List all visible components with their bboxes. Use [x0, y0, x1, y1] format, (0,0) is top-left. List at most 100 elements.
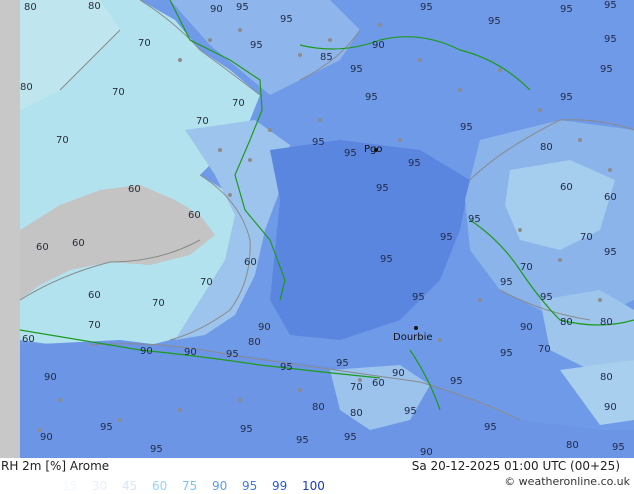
map-panel: 80 80 70 80 70 70 70 70 60 60 60 60 60 7… [0, 0, 634, 458]
svg-text:80: 80 [312, 402, 325, 413]
svg-text:60: 60 [88, 290, 101, 301]
svg-text:95: 95 [344, 432, 357, 443]
svg-text:95: 95 [312, 137, 325, 148]
svg-text:95: 95 [250, 40, 263, 51]
svg-text:80: 80 [20, 82, 33, 93]
legend-item: 90 [212, 479, 228, 493]
svg-text:95: 95 [450, 376, 463, 387]
svg-text:90: 90 [520, 322, 533, 333]
svg-text:95: 95 [236, 2, 249, 13]
svg-text:60: 60 [244, 257, 257, 268]
svg-text:90: 90 [40, 432, 53, 443]
legend-item: 60 [152, 479, 168, 493]
svg-text:70: 70 [88, 320, 101, 331]
city-dot [414, 326, 418, 330]
legend-item: 30 [92, 479, 108, 493]
svg-text:80: 80 [600, 317, 613, 328]
svg-text:70: 70 [232, 98, 245, 109]
svg-text:80: 80 [540, 142, 553, 153]
svg-text:80: 80 [88, 1, 101, 12]
svg-text:90: 90 [420, 447, 433, 458]
svg-text:95: 95 [380, 254, 393, 265]
svg-text:70: 70 [520, 262, 533, 273]
credit-link[interactable]: © weatheronline.co.uk [504, 475, 630, 488]
svg-text:90: 90 [372, 40, 385, 51]
no-data-strip [0, 0, 20, 458]
svg-text:95: 95 [336, 358, 349, 369]
svg-text:70: 70 [196, 116, 209, 127]
svg-text:95: 95 [365, 92, 378, 103]
svg-text:90: 90 [210, 4, 223, 15]
legend-item: 99 [272, 479, 288, 493]
svg-text:80: 80 [600, 372, 613, 383]
svg-text:95: 95 [280, 14, 293, 25]
svg-text:60: 60 [604, 192, 617, 203]
svg-text:70: 70 [200, 277, 213, 288]
svg-text:95: 95 [280, 362, 293, 373]
legend-item: 45 [122, 479, 138, 493]
legend-item: 75 [182, 479, 198, 493]
svg-text:90: 90 [392, 368, 405, 379]
svg-text:95: 95 [612, 442, 625, 453]
svg-text:70: 70 [112, 87, 125, 98]
svg-text:95: 95 [604, 247, 617, 258]
svg-text:95: 95 [440, 232, 453, 243]
svg-text:95: 95 [404, 406, 417, 417]
map-title: RH 2m [%] Arome [1, 459, 110, 473]
legend-item: 15 [62, 479, 78, 493]
svg-text:70: 70 [580, 232, 593, 243]
valid-time: Sa 20-12-2025 01:00 UTC (00+25) [411, 459, 620, 473]
svg-text:90: 90 [258, 322, 271, 333]
svg-text:95: 95 [484, 422, 497, 433]
svg-text:60: 60 [22, 334, 35, 345]
legend-item: 95 [242, 479, 258, 493]
svg-text:95: 95 [488, 16, 501, 27]
svg-text:70: 70 [350, 382, 363, 393]
svg-text:70: 70 [56, 135, 69, 146]
rh-map: 80 80 70 80 70 70 70 70 60 60 60 60 60 7… [0, 0, 634, 458]
svg-text:60: 60 [72, 238, 85, 249]
svg-text:80: 80 [24, 2, 37, 13]
svg-text:90: 90 [44, 372, 57, 383]
svg-text:85: 85 [320, 52, 333, 63]
svg-text:60: 60 [188, 210, 201, 221]
svg-text:95: 95 [344, 148, 357, 159]
svg-text:95: 95 [540, 292, 553, 303]
svg-text:90: 90 [604, 402, 617, 413]
svg-text:95: 95 [600, 64, 613, 75]
svg-text:95: 95 [560, 92, 573, 103]
svg-text:95: 95 [150, 444, 163, 455]
svg-text:70: 70 [152, 298, 165, 309]
svg-text:95: 95 [500, 348, 513, 359]
city-label: Dourbie [393, 332, 433, 343]
svg-text:90: 90 [184, 347, 197, 358]
svg-text:95: 95 [604, 0, 617, 11]
svg-text:90: 90 [140, 346, 153, 357]
svg-text:95: 95 [100, 422, 113, 433]
svg-text:95: 95 [604, 34, 617, 45]
svg-text:60: 60 [128, 184, 141, 195]
svg-text:95: 95 [468, 214, 481, 225]
svg-text:80: 80 [560, 317, 573, 328]
svg-text:80: 80 [248, 337, 261, 348]
svg-text:95: 95 [408, 158, 421, 169]
city-marker-pgo: Pgo [364, 144, 383, 155]
svg-text:60: 60 [560, 182, 573, 193]
svg-text:95: 95 [226, 349, 239, 360]
color-legend: 15 30 45 60 75 90 95 99 100 [62, 475, 332, 494]
svg-text:70: 70 [138, 38, 151, 49]
footer: RH 2m [%] Arome Sa 20-12-2025 01:00 UTC … [0, 458, 634, 493]
svg-text:95: 95 [460, 122, 473, 133]
svg-text:95: 95 [240, 424, 253, 435]
svg-text:80: 80 [566, 440, 579, 451]
svg-text:95: 95 [350, 64, 363, 75]
svg-text:95: 95 [376, 183, 389, 194]
svg-text:60: 60 [372, 378, 385, 389]
svg-text:70: 70 [538, 344, 551, 355]
svg-text:80: 80 [350, 408, 363, 419]
svg-text:95: 95 [560, 4, 573, 15]
svg-text:95: 95 [420, 2, 433, 13]
legend-item: 100 [302, 479, 325, 493]
svg-text:60: 60 [36, 242, 49, 253]
svg-text:95: 95 [296, 435, 309, 446]
